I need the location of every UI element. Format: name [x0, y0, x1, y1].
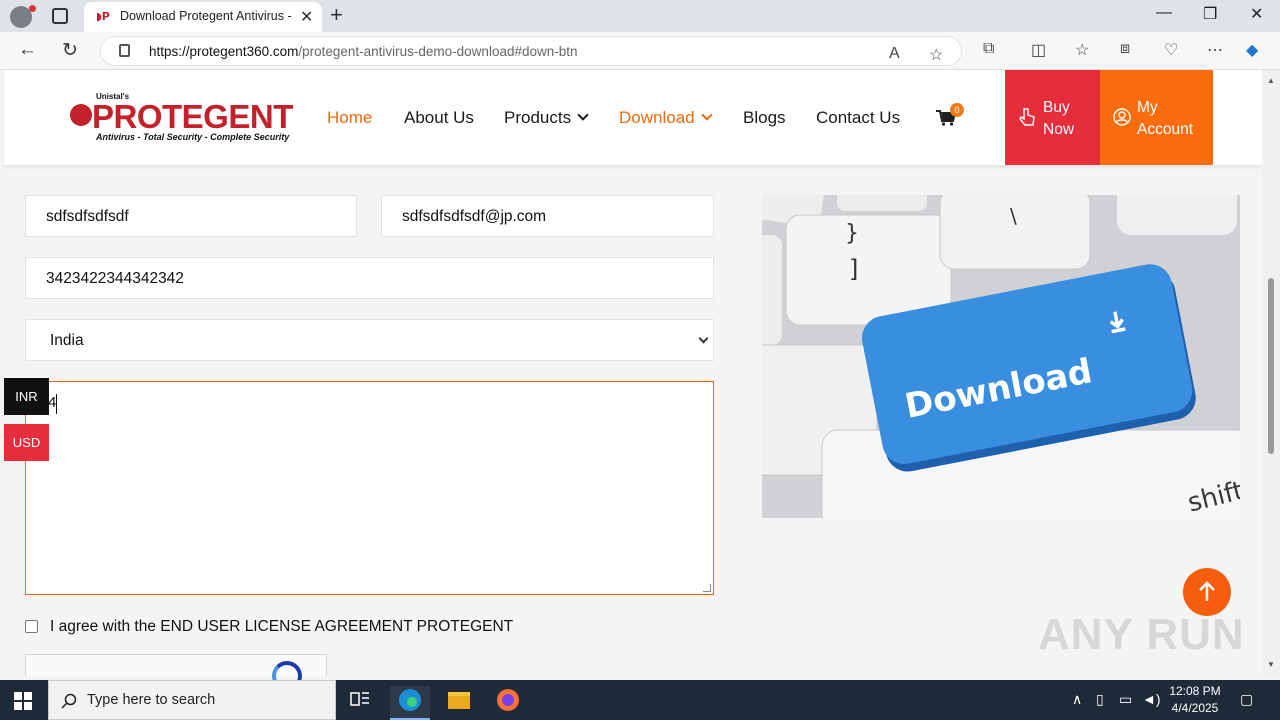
notification-dot-icon [29, 5, 36, 12]
new-tab-icon[interactable]: + [330, 2, 343, 28]
nav-contact-us[interactable]: Contact Us [816, 108, 900, 128]
more-menu-icon[interactable]: ⋯ [1207, 40, 1223, 60]
volume-icon[interactable]: ◄) [1142, 691, 1161, 707]
copilot-icon[interactable]: ◆ [1246, 40, 1258, 60]
eula-checkbox[interactable] [25, 620, 38, 633]
notifications-icon[interactable]: ▢ [1240, 691, 1253, 708]
tab-actions-icon[interactable] [52, 8, 68, 24]
battery-icon[interactable]: ▯ [1096, 691, 1104, 708]
favorites-icon[interactable]: ☆ [1075, 40, 1089, 60]
message-textarea[interactable]: 4 [25, 381, 714, 595]
phone-input[interactable]: 3423422344342342 [25, 257, 714, 299]
taskbar-search-input[interactable]: Type here to search [48, 680, 336, 720]
network-icon[interactable]: ▭ [1119, 691, 1132, 708]
chevron-down-icon [577, 109, 589, 121]
my-account-button[interactable]: My Account [1100, 70, 1213, 165]
tab-title: Download Protegent Antivirus - F [120, 9, 292, 23]
browser-tab[interactable]: ◗P Download Protegent Antivirus - F ✕ [84, 2, 322, 32]
email-input[interactable]: sdfsdfsdfsdf@jp.com [381, 195, 714, 237]
eula-label: I agree with the END USER LICENSE AGREEM… [50, 618, 514, 635]
file-explorer-icon[interactable] [438, 686, 478, 720]
extensions-icon[interactable]: ⧉ [983, 40, 994, 58]
buy-now-button[interactable]: Buy Now [1005, 70, 1100, 165]
address-bar-row: ← ↻ https://protegent360.com/protegent-a… [0, 32, 1280, 70]
edge-taskbar-icon[interactable] [390, 686, 430, 720]
minimize-icon[interactable]: — [1156, 4, 1172, 22]
search-icon [61, 693, 77, 709]
watermark-text: ANY RUN [1038, 610, 1245, 659]
svg-text:}: } [845, 221, 859, 246]
restore-icon[interactable]: ❐ [1203, 4, 1217, 24]
scroll-thumb[interactable] [1268, 278, 1274, 454]
text-caret [56, 394, 57, 414]
favicon-icon: ◗P [96, 10, 110, 23]
read-aloud-icon[interactable]: A [889, 45, 900, 63]
taskbar-clock[interactable]: 12:08 PM 4/4/2025 [1164, 683, 1226, 717]
site-header: Unistal's PROTEGENT Antivirus - Total Se… [4, 70, 1262, 165]
recaptcha-widget[interactable] [25, 654, 327, 691]
scroll-to-top-button[interactable] [1183, 568, 1231, 616]
currency-usd-button[interactable]: USD [4, 424, 49, 461]
pointer-hand-icon [1019, 108, 1035, 126]
performance-icon[interactable]: ♡ [1164, 40, 1178, 60]
svg-text:\: \ [1010, 204, 1017, 228]
protegent-logo[interactable]: Unistal's PROTEGENT Antivirus - Total Se… [70, 92, 293, 144]
task-view-icon[interactable] [340, 686, 380, 720]
close-window-icon[interactable]: ✕ [1250, 4, 1263, 24]
arrow-up-icon [1199, 581, 1215, 601]
chevron-down-icon [698, 333, 709, 344]
browser-tab-bar: ◗P Download Protegent Antivirus - F ✕ + … [0, 0, 1280, 32]
refresh-icon[interactable]: ↻ [62, 39, 78, 62]
nav-download[interactable]: Download [619, 108, 713, 128]
page-scrollbar[interactable]: ▲ ▼ [1262, 70, 1280, 676]
url-text: https://protegent360.com/protegent-antiv… [149, 44, 578, 59]
nav-about-us[interactable]: About Us [404, 108, 474, 128]
logo-mark-icon [70, 104, 92, 126]
nav-products[interactable]: Products [504, 108, 589, 128]
url-input[interactable]: https://protegent360.com/protegent-antiv… [100, 36, 962, 66]
windows-taskbar: Type here to search ∧ ▯ ▭ ◄) 12:08 PM 4/… [0, 680, 1280, 720]
download-keyboard-image: } ] \ Download shift [762, 195, 1240, 518]
scroll-down-icon[interactable]: ▼ [1267, 660, 1275, 669]
lock-icon [119, 44, 130, 57]
back-icon[interactable]: ← [18, 39, 37, 61]
user-icon [1113, 108, 1131, 126]
collections-icon[interactable]: ⧈ [1120, 40, 1130, 58]
favorite-star-icon[interactable]: ☆ [929, 45, 943, 65]
chevron-down-icon [700, 109, 713, 121]
close-tab-icon[interactable]: ✕ [300, 7, 313, 27]
scroll-up-icon[interactable]: ▲ [1267, 76, 1275, 85]
currency-inr-button[interactable]: INR [4, 378, 49, 415]
resize-handle-icon[interactable] [703, 584, 711, 592]
country-select[interactable]: India [25, 319, 714, 361]
cart-count-badge: 0 [950, 103, 964, 117]
nav-blogs[interactable]: Blogs [743, 108, 786, 128]
split-screen-icon[interactable]: ◫ [1031, 40, 1046, 60]
tray-chevron-up-icon[interactable]: ∧ [1072, 691, 1082, 708]
firefox-icon[interactable] [488, 686, 528, 720]
name-input[interactable]: sdfsdfsdfsdf [25, 195, 357, 237]
windows-start-icon[interactable] [14, 692, 32, 710]
svg-text:]: ] [849, 255, 858, 283]
nav-home[interactable]: Home [327, 108, 372, 128]
